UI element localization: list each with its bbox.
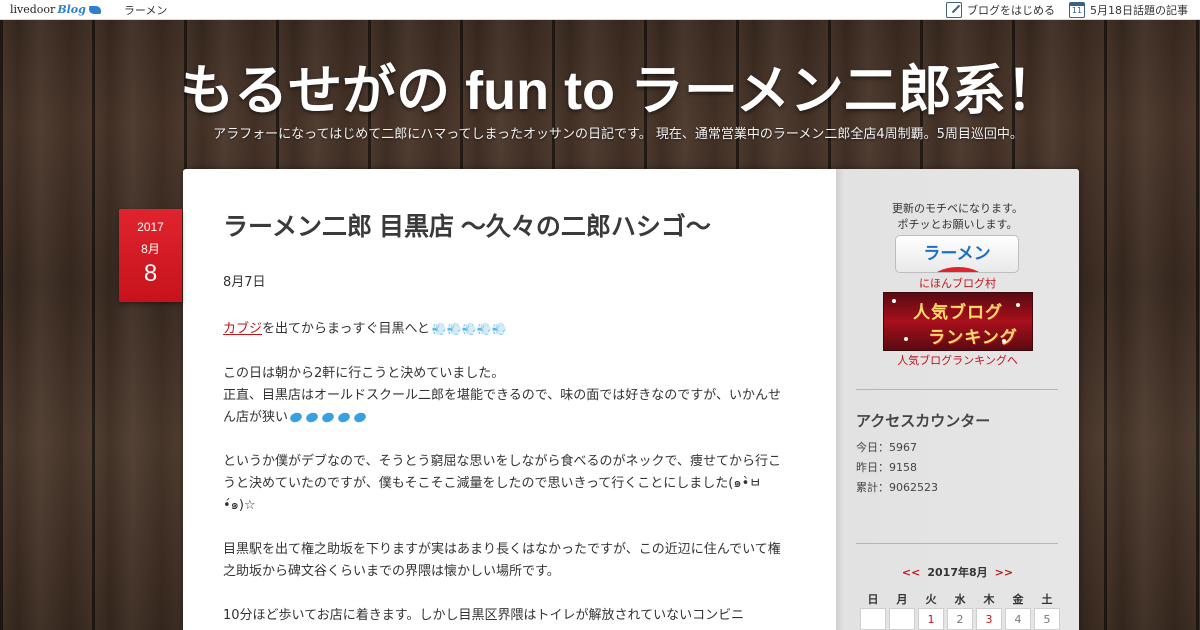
- logo-text: livedoor: [10, 3, 56, 16]
- calendar-icon: 11: [1069, 1, 1085, 18]
- nihon-blog-village-link[interactable]: にほんブログ村: [836, 275, 1079, 291]
- calendar-nav: << 2017年8月 >>: [836, 564, 1079, 580]
- weekday: 金: [1012, 593, 1024, 606]
- sidebar-message-line2: ポチッとお願いします。: [897, 218, 1018, 231]
- sweat-drops-icon: [288, 410, 368, 425]
- weekday: 日: [867, 593, 879, 606]
- badge-day: 8: [143, 260, 158, 287]
- popular-blog-ranking-link[interactable]: 人気ブログランキングへ: [836, 352, 1079, 368]
- ramen-ranking-button[interactable]: ラーメン: [895, 235, 1019, 273]
- sidebar-divider: [856, 389, 1058, 390]
- weekday: 木: [983, 593, 995, 606]
- para2-line1: この日は朝から2軒に行こうと決めていました。: [223, 365, 505, 381]
- sidebar-message-line1: 更新のモチベになります。: [892, 202, 1023, 215]
- topic-articles-link[interactable]: 11 5月18日話題の記事: [1069, 1, 1188, 18]
- calendar-weekday-row: 日 月 火 水 木 金 土: [860, 590, 1060, 608]
- sidebar-message: 更新のモチベになります。 ポチッとお願いします。: [836, 201, 1079, 233]
- calendar-day: 4: [1005, 608, 1031, 630]
- access-counter: 今日：5967 昨日：9158 累計：9062523: [856, 438, 938, 498]
- post-date-line: 8月7日: [223, 275, 266, 290]
- calendar-day: 5: [1034, 608, 1060, 630]
- category-link[interactable]: ラーメン: [124, 2, 168, 18]
- site-title[interactable]: もるせがの fun to ラーメン二郎系！: [0, 46, 1200, 125]
- calendar-week-row: 1 2 3 4 5: [860, 608, 1060, 630]
- popular-blog-ranking-banner[interactable]: 人気ブログ ランキング: [883, 292, 1033, 351]
- calendar-day: [860, 608, 886, 630]
- badge-month: 8月: [141, 242, 160, 256]
- weekday: 水: [954, 593, 966, 606]
- calendar-next-link[interactable]: >>: [995, 566, 1013, 579]
- calendar-prev-link[interactable]: <<: [902, 566, 920, 579]
- content-panel: ラーメン二郎 目黒店 〜久々の二郎ハシゴ〜 8月7日 カブジを出てからまっすぐ目…: [183, 169, 1079, 630]
- top-bar-right: ブログをはじめる 11 5月18日話題の記事: [946, 0, 1200, 20]
- weekday: 火: [925, 593, 937, 606]
- site-description: アラフォーになってはじめて二郎にハマってしまったオッサンの日記です。 現在、通常…: [213, 127, 1023, 142]
- smoke-emoji-icon: 💨💨💨💨💨: [431, 322, 507, 336]
- calendar-title: 2017年8月: [927, 566, 988, 579]
- weekday: 土: [1041, 593, 1053, 606]
- access-counter-heading: アクセスカウンター: [856, 412, 991, 430]
- kabuji-link[interactable]: カブジ: [223, 322, 262, 337]
- post-paragraph-4: 目黒駅を出て権之助坂を下りますが実はあまり長くはなかったですが、この近辺に住んで…: [223, 541, 781, 579]
- banner-line2: ランキング: [928, 328, 1018, 347]
- post-paragraph-1: カブジを出てからまっすぐ目黒へと 💨💨💨💨💨: [223, 318, 793, 341]
- post-paragraph-5: 10分ほど歩いてお店に着きます。しかし目黒区界隈はトイレが解放されていないコンビ…: [223, 607, 745, 623]
- sidebar: 更新のモチベになります。 ポチッとお願いします。 ラーメン にほんブログ村 人気…: [836, 169, 1079, 630]
- ramen-button-label: ラーメン: [923, 244, 991, 263]
- post-title[interactable]: ラーメン二郎 目黒店 〜久々の二郎ハシゴ〜: [223, 207, 823, 243]
- counter-total: 累計：9062523: [856, 481, 938, 494]
- banner-line1: 人気ブログ: [913, 303, 1003, 322]
- sidebar-divider: [856, 543, 1058, 544]
- post-paragraph-2: この日は朝から2軒に行こうと決めていました。 正直、目黒店はオールドスクール二郎を…: [223, 363, 793, 429]
- topic-articles-label: 5月18日話題の記事: [1090, 3, 1188, 17]
- calendar-day-link[interactable]: 3: [976, 608, 1002, 630]
- calendar-day: 2: [947, 608, 973, 630]
- counter-yesterday: 昨日：9158: [856, 461, 917, 474]
- edit-icon: [946, 1, 962, 18]
- start-blog-label: ブログをはじめる: [967, 3, 1055, 17]
- livedoor-blog-logo[interactable]: livedoor Blog: [10, 0, 104, 20]
- para1-text: を出てからまっすぐ目黒へと: [262, 321, 430, 337]
- badge-year: 2017: [137, 220, 164, 234]
- top-bar: livedoor Blog ラーメン ブログをはじめる 11 5月18日話題の記…: [0, 0, 1200, 20]
- start-blog-link[interactable]: ブログをはじめる: [946, 1, 1055, 18]
- post-body: 8月7日 カブジを出てからまっすぐ目黒へと 💨💨💨💨💨 この日は朝から2軒に行こう…: [223, 272, 793, 630]
- post-paragraph-3: というか僕がデブなので、そうとう窮屈な思いをしながら食べるのがネックで、痩せてか…: [223, 453, 781, 513]
- post-date-badge: 2017 8月 8: [119, 209, 182, 302]
- main-content: ラーメン二郎 目黒店 〜久々の二郎ハシゴ〜 8月7日 カブジを出てからまっすぐ目…: [183, 169, 836, 630]
- weekday: 月: [896, 593, 908, 606]
- calendar-table: 日 月 火 水 木 金 土 1 2 3 4 5: [857, 590, 1063, 630]
- counter-today: 今日：5967: [856, 441, 917, 454]
- calendar-day: [889, 608, 915, 630]
- rising-sun-icon: [930, 267, 986, 272]
- bird-icon: [86, 5, 104, 14]
- logo-blog-text: Blog: [57, 3, 86, 16]
- calendar-day-link[interactable]: 1: [918, 608, 944, 630]
